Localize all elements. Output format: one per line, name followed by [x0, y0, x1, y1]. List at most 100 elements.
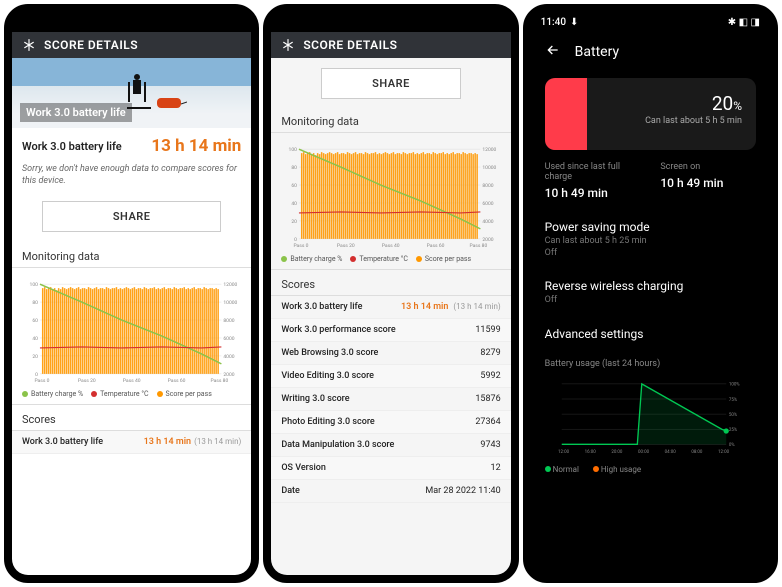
score-row: Writing 3.0 score15876 — [271, 388, 510, 411]
svg-text:Pass 0: Pass 0 — [294, 243, 309, 249]
comparison-note: Sorry, we don't have enough data to comp… — [12, 164, 251, 195]
screen: Battery 20% Can last about 5 h 5 min Use… — [531, 32, 770, 575]
svg-text:40: 40 — [32, 336, 38, 342]
svg-text:75%: 75% — [729, 397, 738, 403]
svg-text:08:00: 08:00 — [691, 449, 703, 455]
score-row: Web Browsing 3.0 score8279 — [271, 342, 510, 365]
battery-usage-chart: 100% 75% 50% 25% 0% 12:00 16:00 20:00 00:00 04:0… — [531, 371, 770, 463]
svg-text:100: 100 — [30, 283, 39, 289]
svg-text:6000: 6000 — [483, 201, 494, 207]
hero-title: Work 3.0 battery life — [20, 103, 132, 122]
usage-section-title: Battery usage (last 24 hours) — [531, 353, 770, 371]
svg-text:10000: 10000 — [483, 165, 497, 171]
scores-title: Scores — [12, 405, 251, 431]
svg-text:8000: 8000 — [223, 318, 234, 324]
svg-text:100%: 100% — [729, 382, 740, 388]
battery-fill — [545, 78, 587, 150]
monitoring-chart: 100806040200 12000100008000600040002000 … — [12, 268, 251, 388]
score-value: 13 h 14 min — [151, 136, 241, 156]
screen: SCORE DETAILS SHARE Monitoring data 100 8… — [271, 32, 510, 575]
phone-2: ●● 11:40 ⬇ ✱ ◧ ◨ ▮ SCORE DETAILS SHARE M… — [263, 4, 518, 583]
screen-on-value: 10 h 49 min — [660, 176, 756, 190]
status-time: 11:40 — [38, 17, 63, 28]
svg-text:20: 20 — [292, 219, 298, 225]
svg-text:20: 20 — [32, 354, 38, 360]
status-bar: ●● 11:40 ⬇ ✱ ◧ ◨ ▮ — [12, 12, 251, 32]
score-row: DateMar 28 2022 11:40 — [271, 480, 510, 503]
svg-text:100: 100 — [289, 147, 298, 153]
svg-text:60: 60 — [292, 183, 298, 189]
share-button[interactable]: SHARE — [321, 68, 460, 99]
page-title: Battery — [575, 44, 619, 60]
svg-text:12000: 12000 — [223, 283, 237, 289]
back-arrow-icon[interactable] — [545, 42, 561, 62]
monitoring-chart: 100806040200 12000100008000600040002000 … — [271, 133, 510, 253]
score-row: Work 3.0 performance score11599 — [271, 319, 510, 342]
svg-text:04:00: 04:00 — [664, 449, 676, 455]
svg-text:8000: 8000 — [483, 183, 494, 189]
svg-text:50%: 50% — [729, 412, 738, 418]
svg-text:Pass 60: Pass 60 — [427, 243, 445, 249]
screen-on-label: Screen on — [660, 162, 756, 172]
snowflake-icon — [281, 38, 295, 52]
svg-text:12000: 12000 — [483, 147, 497, 153]
svg-text:4000: 4000 — [223, 354, 234, 360]
svg-text:Pass 20: Pass 20 — [78, 378, 96, 384]
hero-image: Work 3.0 battery life — [12, 58, 251, 128]
used-since-label: Used since last full charge — [545, 162, 641, 182]
svg-text:16:00: 16:00 — [584, 449, 596, 455]
svg-text:00:00: 00:00 — [638, 449, 650, 455]
score-row: Work 3.0 battery life13 h 14 min (13 h 1… — [271, 296, 510, 319]
score-label: Work 3.0 battery life — [22, 140, 122, 153]
svg-text:Pass 0: Pass 0 — [34, 378, 49, 384]
svg-text:12:00: 12:00 — [718, 449, 730, 455]
score-row: OS Version12 — [271, 457, 510, 480]
power-saving-mode[interactable]: Power saving mode Can last about 5 h 25 … — [531, 210, 770, 269]
phone-1: ●● 11:40 ⬇ ✱ ◧ ◨ ▮ SCORE DETAILS Work 3.… — [4, 4, 259, 583]
score-details-header: SCORE DETAILS — [12, 32, 251, 58]
monitoring-title: Monitoring data — [271, 107, 510, 133]
primary-score: Work 3.0 battery life 13 h 14 min — [12, 128, 251, 164]
score-details-header: SCORE DETAILS — [271, 32, 510, 58]
advanced-settings[interactable]: Advanced settings — [531, 317, 770, 353]
battery-percent: 20% — [712, 92, 742, 115]
svg-text:40: 40 — [292, 201, 298, 207]
svg-text:4000: 4000 — [483, 219, 494, 225]
usage-legend: Normal High usage — [531, 463, 770, 476]
score-row: Data Manipulation 3.0 score9743 — [271, 434, 510, 457]
battery-header: Battery — [531, 32, 770, 72]
svg-text:6000: 6000 — [223, 336, 234, 342]
reverse-wireless-charging[interactable]: Reverse wireless charging Off — [531, 269, 770, 317]
phone-3: 11:40 ⬇ ✱ ◧ ◨ Battery 20% Can last about… — [523, 4, 778, 583]
svg-text:80: 80 — [32, 300, 38, 306]
scores-title: Scores — [271, 270, 510, 296]
status-bar: 11:40 ⬇ ✱ ◧ ◨ — [531, 12, 770, 32]
svg-text:Pass 20: Pass 20 — [337, 243, 355, 249]
svg-text:80: 80 — [292, 165, 298, 171]
score-row: Photo Editing 3.0 score27364 — [271, 411, 510, 434]
svg-text:Pass 40: Pass 40 — [382, 243, 400, 249]
sled-icon — [157, 96, 187, 112]
chart-legend: Battery charge % Temperature °C Score pe… — [271, 253, 510, 270]
battery-level-card[interactable]: 20% Can last about 5 h 5 min — [545, 78, 756, 150]
score-row: Video Editing 3.0 score5992 — [271, 365, 510, 388]
chart-legend: Battery charge % Temperature °C Score pe… — [12, 388, 251, 405]
battery-estimate: Can last about 5 h 5 min — [645, 116, 742, 126]
status-bar: ●● 11:40 ⬇ ✱ ◧ ◨ ▮ — [271, 12, 510, 32]
battery-stats: Used since last full charge 10 h 49 min … — [531, 162, 770, 210]
svg-text:Pass 60: Pass 60 — [168, 378, 186, 384]
svg-text:20:00: 20:00 — [611, 449, 623, 455]
score-row-battery-life: Work 3.0 battery life 13 h 14 min(13 h 1… — [12, 431, 251, 454]
svg-text:Pass 80: Pass 80 — [211, 378, 229, 384]
svg-text:25%: 25% — [729, 427, 738, 433]
status-time: 11:40 — [541, 17, 566, 28]
used-since-value: 10 h 49 min — [545, 186, 641, 200]
svg-text:Pass 40: Pass 40 — [123, 378, 141, 384]
svg-text:12:00: 12:00 — [558, 449, 570, 455]
svg-text:10000: 10000 — [223, 300, 237, 306]
screen: SCORE DETAILS Work 3.0 battery life Work… — [12, 32, 251, 575]
svg-text:60: 60 — [32, 318, 38, 324]
svg-text:0%: 0% — [729, 442, 735, 448]
share-button[interactable]: SHARE — [42, 201, 221, 232]
skier-icon — [127, 72, 153, 112]
